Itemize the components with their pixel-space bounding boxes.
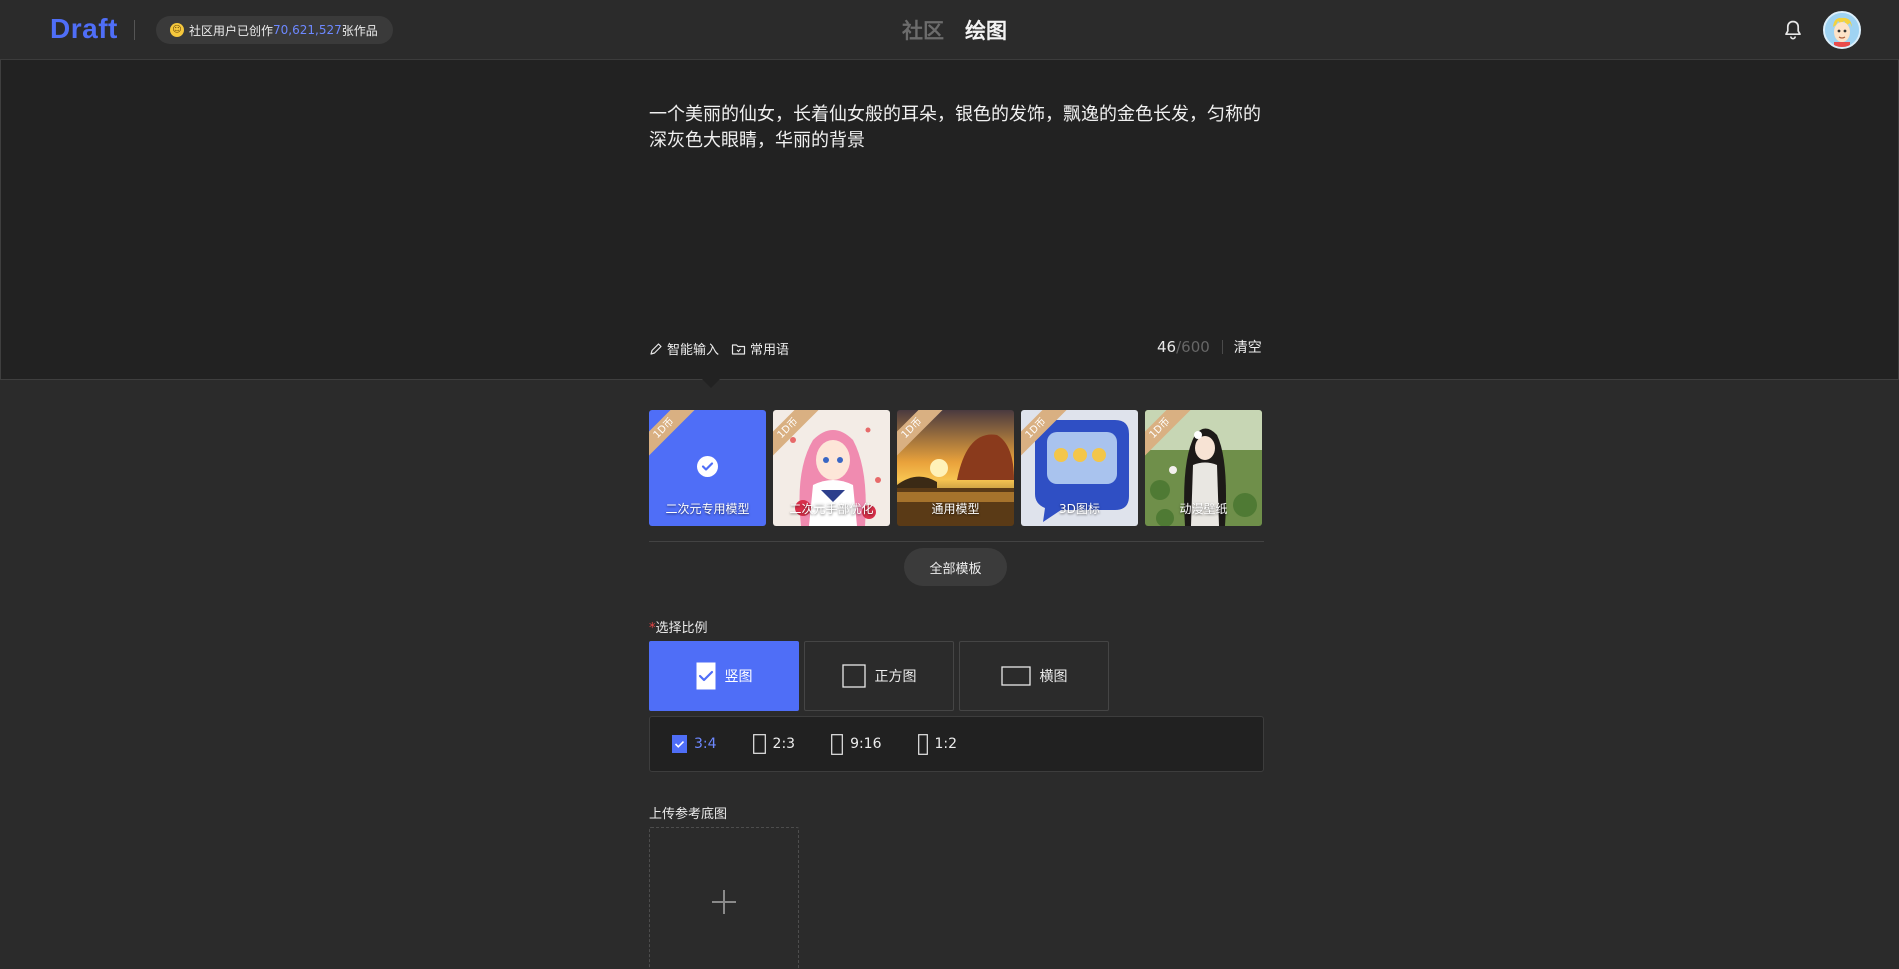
ratio-3-4-option[interactable]: 3:4 bbox=[672, 735, 717, 753]
stats-count: 70,621,527 bbox=[273, 23, 342, 37]
ratio-options: 竖图 正方图 横图 bbox=[649, 641, 1109, 711]
ratio-title-text: 选择比例 bbox=[655, 621, 708, 636]
portrait-rect-icon bbox=[917, 733, 928, 755]
section-divider bbox=[649, 541, 1264, 542]
upload-reference-dropzone[interactable] bbox=[649, 827, 799, 969]
ratio-3-4-label: 3:4 bbox=[694, 736, 717, 752]
draft-logo[interactable]: Draft bbox=[50, 13, 118, 45]
stats-suffix: 张作品 bbox=[341, 23, 378, 38]
ratio-portrait-label: 竖图 bbox=[724, 669, 753, 685]
model-card-anime[interactable]: 1D币 二次元专用模型 bbox=[649, 410, 766, 526]
model-card-anime-wallpaper[interactable]: 1D币 动漫壁纸 bbox=[1145, 410, 1262, 526]
ratio-sub-options: 3:4 2:3 9:16 1:2 bbox=[649, 716, 1264, 772]
prompt-textarea[interactable]: 一个美丽的仙女，长着仙女般的耳朵，银色的发饰，飘逸的金色长发，匀称的深灰色大眼睛… bbox=[649, 102, 1269, 154]
portrait-rect-icon bbox=[831, 733, 843, 755]
prompt-panel: 一个美丽的仙女，长着仙女般的耳朵，银色的发饰，飘逸的金色长发，匀称的深灰色大眼睛… bbox=[0, 60, 1899, 380]
tab-community[interactable]: 社区 bbox=[902, 15, 944, 45]
model-label: 二次元手部优化 bbox=[789, 502, 874, 516]
tab-draw[interactable]: 绘图 bbox=[965, 15, 1007, 45]
bell-icon[interactable] bbox=[1781, 18, 1805, 42]
ratio-9-16-label: 9:16 bbox=[850, 736, 882, 752]
logo-divider bbox=[134, 20, 135, 40]
all-templates-button[interactable]: 全部模板 bbox=[904, 548, 1007, 586]
ratio-square-label: 正方图 bbox=[874, 669, 917, 685]
model-label: 通用模型 bbox=[931, 502, 980, 516]
common-phrases-label: 常用语 bbox=[750, 343, 790, 358]
ratio-9-16-option[interactable]: 9:16 bbox=[831, 733, 882, 755]
char-counter: 46 /600 清空 bbox=[1157, 337, 1262, 357]
ratio-section-title: *选择比例 bbox=[649, 617, 708, 636]
counter-divider bbox=[1221, 340, 1223, 354]
user-avatar[interactable] bbox=[1823, 11, 1861, 49]
coin-badge: 1D币 bbox=[649, 410, 699, 463]
checked-box-icon bbox=[672, 735, 687, 753]
landscape-icon bbox=[1000, 666, 1031, 686]
ratio-2-3-label: 2:3 bbox=[772, 736, 796, 752]
portrait-rect-icon bbox=[752, 734, 766, 754]
square-icon bbox=[841, 664, 866, 688]
folder-icon bbox=[731, 343, 746, 355]
smart-input-button[interactable]: 智能输入 bbox=[649, 339, 719, 358]
avatar-face-icon bbox=[1825, 13, 1859, 47]
prompt-tools: 智能输入 常用语 bbox=[649, 339, 789, 358]
top-navbar: Draft ☺ 社区用户已创作 70,621,527 张作品 社区 绘图 bbox=[0, 0, 1899, 60]
model-card-anime-hands[interactable]: 1D币 二次元手部优化 bbox=[773, 410, 890, 526]
panel-pointer bbox=[702, 379, 720, 388]
model-card-3d-icon[interactable]: 1D币 3D图标 bbox=[1021, 410, 1138, 526]
smile-icon: ☺ bbox=[170, 23, 184, 37]
community-stats-badge: ☺ 社区用户已创作 70,621,527 张作品 bbox=[156, 16, 393, 44]
ratio-1-2-option[interactable]: 1:2 bbox=[917, 733, 958, 755]
clear-button[interactable]: 清空 bbox=[1234, 337, 1262, 357]
ratio-landscape-button[interactable]: 横图 bbox=[959, 641, 1109, 711]
ratio-square-button[interactable]: 正方图 bbox=[804, 641, 954, 711]
ratio-landscape-label: 横图 bbox=[1039, 669, 1068, 685]
ratio-1-2-label: 1:2 bbox=[934, 736, 958, 752]
upload-section-title: 上传参考底图 bbox=[649, 807, 728, 822]
pencil-icon bbox=[650, 342, 662, 355]
check-icon bbox=[697, 456, 718, 477]
common-phrases-button[interactable]: 常用语 bbox=[731, 339, 789, 358]
char-count-current: 46 bbox=[1157, 338, 1177, 356]
plus-icon bbox=[712, 890, 736, 914]
char-count-max: /600 bbox=[1176, 338, 1210, 356]
ratio-2-3-option[interactable]: 2:3 bbox=[752, 734, 796, 754]
stats-prefix: 社区用户已创作 bbox=[189, 23, 274, 38]
model-list: 1D币 二次元专用模型 1D币 二次元手部优化 1D币 通用模型 1D币 3D图… bbox=[649, 410, 1262, 526]
model-card-general[interactable]: 1D币 通用模型 bbox=[897, 410, 1014, 526]
model-label: 二次元专用模型 bbox=[665, 502, 750, 516]
model-label: 3D图标 bbox=[1059, 502, 1100, 516]
model-label: 动漫壁纸 bbox=[1179, 502, 1228, 516]
smart-input-label: 智能输入 bbox=[667, 343, 720, 358]
portrait-check-icon bbox=[696, 662, 715, 690]
ratio-portrait-button[interactable]: 竖图 bbox=[649, 641, 799, 711]
